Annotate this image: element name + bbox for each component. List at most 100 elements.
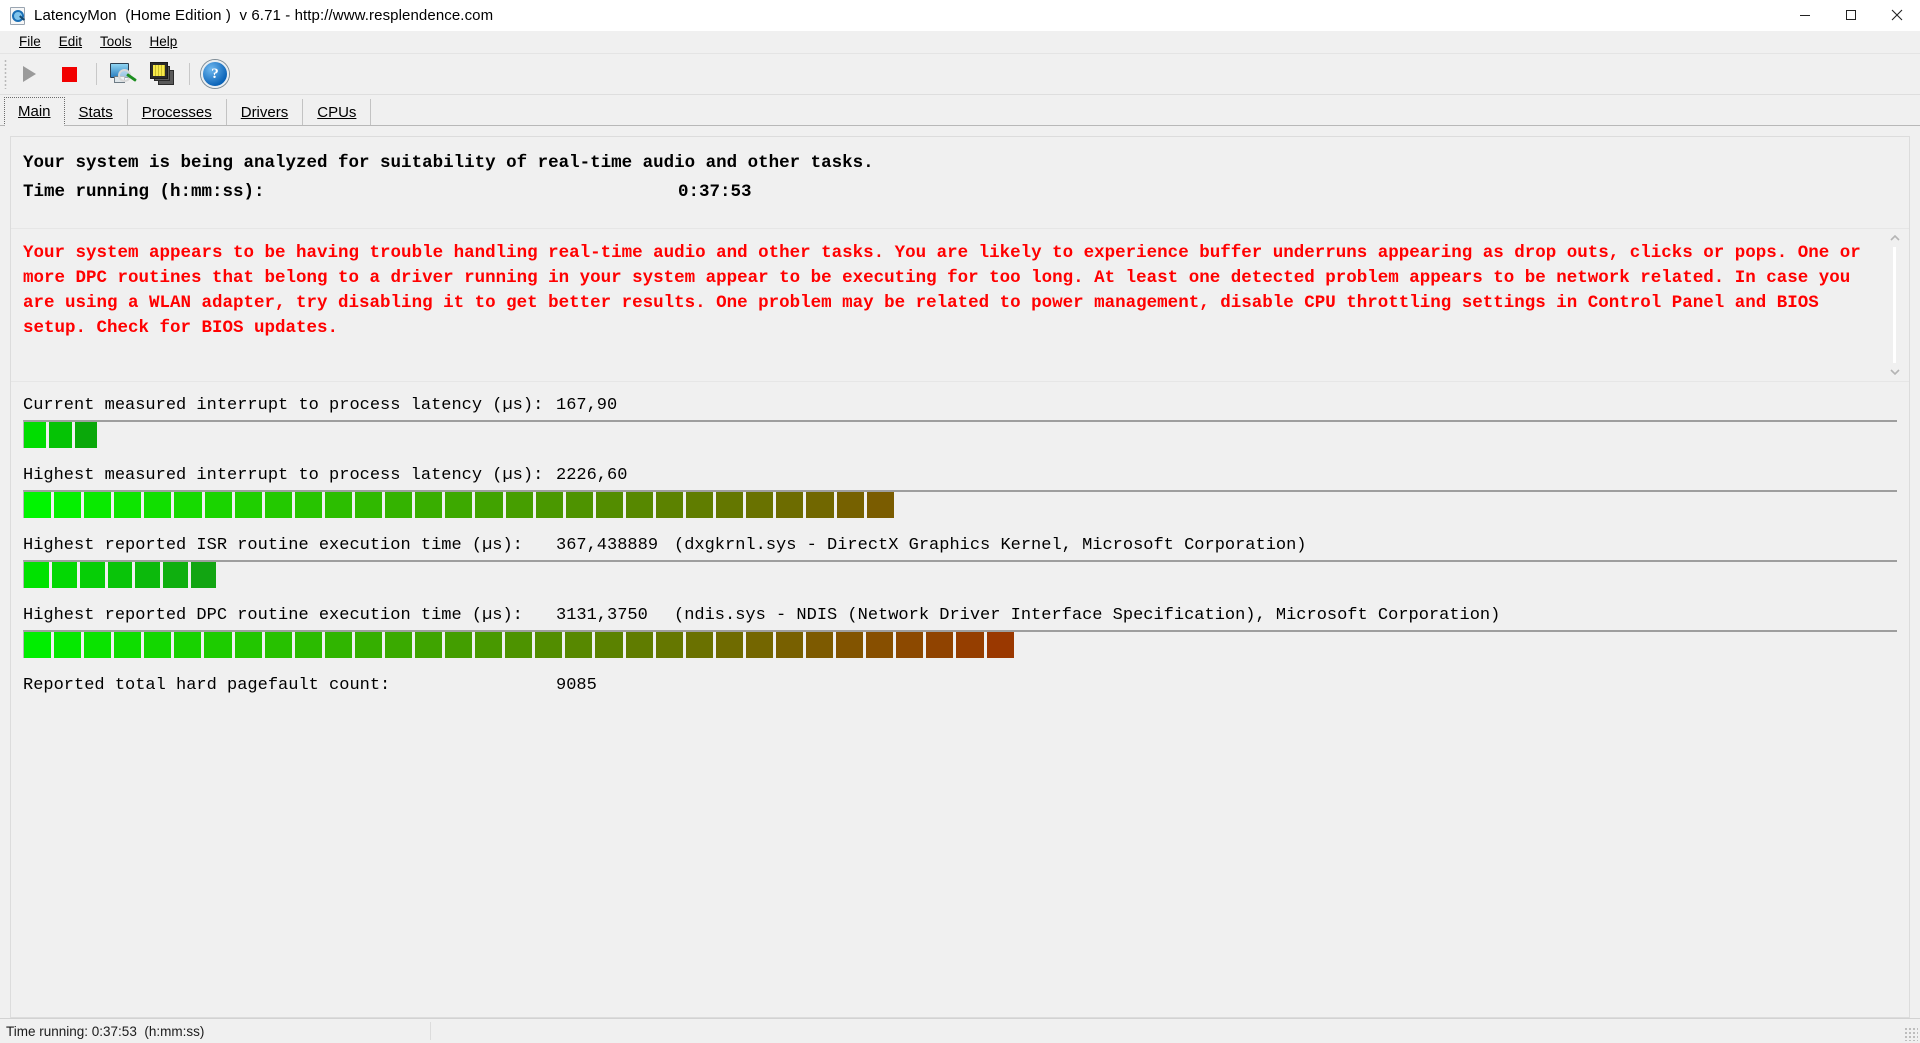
menu-bar: File Edit Tools Help bbox=[0, 31, 1920, 54]
bar-segment bbox=[475, 632, 503, 658]
bar-segment bbox=[84, 632, 112, 658]
metric-label-3: Highest reported DPC routine execution t… bbox=[23, 606, 523, 625]
menu-item-file[interactable]: File bbox=[10, 32, 50, 52]
menu-tools-label: Tools bbox=[100, 34, 132, 49]
warning-text: Your system appears to be having trouble… bbox=[23, 243, 1872, 338]
minimize-button[interactable] bbox=[1782, 0, 1828, 30]
bar-segment bbox=[595, 492, 623, 518]
bar-segment bbox=[163, 562, 189, 588]
metric-bar-1 bbox=[23, 490, 1897, 518]
tab-cpus[interactable]: CPUs bbox=[303, 99, 372, 125]
bar-segment bbox=[234, 492, 262, 518]
title-bar: LatencyMon (Home Edition ) v 6.71 - http… bbox=[0, 0, 1920, 31]
bar-segment bbox=[355, 492, 383, 518]
toolbar: ? bbox=[0, 54, 1920, 95]
tab-strip: Main Stats Processes Drivers CPUs bbox=[0, 95, 1920, 126]
bar-segment bbox=[745, 632, 773, 658]
metric-label-4: Reported total hard pagefault count: bbox=[23, 676, 391, 695]
metric-bar-2 bbox=[23, 560, 1897, 588]
bar-segment bbox=[715, 632, 743, 658]
scroll-down-icon[interactable] bbox=[1888, 365, 1902, 379]
scroll-up-icon[interactable] bbox=[1888, 231, 1902, 245]
latencymon-window: LatencyMon (Home Edition ) v 6.71 - http… bbox=[0, 0, 1920, 1043]
maximize-button[interactable] bbox=[1828, 0, 1874, 30]
bar-segment bbox=[896, 632, 924, 658]
scrollbar-track[interactable] bbox=[1893, 247, 1896, 363]
bar-segment bbox=[294, 492, 322, 518]
toolbar-separator-2 bbox=[189, 63, 190, 85]
metric-value-1: 2226,60 bbox=[556, 466, 628, 485]
monitor-magnifier-icon bbox=[109, 61, 137, 87]
report-button[interactable] bbox=[145, 57, 179, 91]
bar-segment bbox=[505, 632, 533, 658]
bar-segment bbox=[135, 562, 161, 588]
metric-highest-interrupt-latency: Highest measured interrupt to process la… bbox=[23, 466, 1909, 518]
bar-segment bbox=[79, 562, 105, 588]
tab-drivers[interactable]: Drivers bbox=[226, 99, 304, 125]
bar-segment bbox=[234, 632, 262, 658]
metric-bar-3 bbox=[23, 630, 1897, 658]
metric-highest-isr-execution-time: Highest reported ISR routine execution t… bbox=[23, 536, 1909, 588]
bar-segment bbox=[625, 492, 653, 518]
metric-label-1: Highest measured interrupt to process la… bbox=[23, 466, 544, 485]
main-content: Your system is being analyzed for suitab… bbox=[0, 126, 1920, 1018]
menu-item-edit[interactable]: Edit bbox=[50, 32, 91, 52]
tab-drivers-label: Drivers bbox=[240, 103, 289, 121]
bar-segment bbox=[107, 562, 133, 588]
bar-segment bbox=[776, 492, 804, 518]
tab-stats[interactable]: Stats bbox=[64, 99, 128, 125]
bar-segment bbox=[144, 492, 172, 518]
metric-value-0: 167,90 bbox=[556, 396, 618, 415]
bar-segment bbox=[716, 492, 744, 518]
status-divider bbox=[430, 1022, 431, 1040]
metric-bar-0 bbox=[23, 420, 1897, 448]
menu-help-label: Help bbox=[149, 34, 178, 49]
bar-segment bbox=[74, 422, 97, 448]
help-button[interactable]: ? bbox=[198, 57, 232, 91]
status-text: Time running: 0:37:53 (h:mm:ss) bbox=[6, 1023, 205, 1039]
status-bar: Time running: 0:37:53 (h:mm:ss) bbox=[0, 1018, 1920, 1043]
close-button[interactable] bbox=[1874, 0, 1920, 30]
metric-value-4: 9085 bbox=[556, 676, 597, 695]
bar-segment bbox=[51, 562, 77, 588]
metric-extra-3: (ndis.sys - NDIS (Network Driver Interfa… bbox=[674, 606, 1501, 625]
metric-highest-dpc-execution-time: Highest reported DPC routine execution t… bbox=[23, 606, 1909, 658]
metric-extra-2: (dxgkrnl.sys - DirectX Graphics Kernel, … bbox=[674, 536, 1307, 555]
bar-segment bbox=[505, 492, 533, 518]
bar-segment bbox=[54, 492, 82, 518]
tab-main[interactable]: Main bbox=[4, 97, 65, 126]
resize-grip-icon[interactable] bbox=[1904, 1027, 1918, 1041]
bar-segment bbox=[775, 632, 804, 658]
bar-segment bbox=[595, 632, 623, 658]
bar-segment bbox=[535, 632, 563, 658]
warning-scrollbar[interactable] bbox=[1887, 231, 1903, 379]
bar-segment bbox=[625, 632, 653, 658]
bar-segment bbox=[565, 492, 593, 518]
bar-segment bbox=[24, 632, 52, 658]
summary-section: Your system is being analyzed for suitab… bbox=[11, 137, 1909, 202]
system-info-button[interactable] bbox=[105, 57, 139, 91]
tab-processes[interactable]: Processes bbox=[127, 99, 227, 125]
stop-button[interactable] bbox=[52, 57, 86, 91]
bar-segment bbox=[24, 492, 52, 518]
bar-segment bbox=[806, 492, 834, 518]
bar-segment bbox=[655, 632, 683, 658]
bar-segment bbox=[204, 632, 232, 658]
bar-segment bbox=[685, 632, 713, 658]
time-running-label: Time running (h:mm:ss): bbox=[23, 182, 265, 202]
start-button[interactable] bbox=[12, 57, 46, 91]
main-panel: Your system is being analyzed for suitab… bbox=[10, 136, 1910, 1018]
bar-segment bbox=[174, 632, 202, 658]
bar-segment bbox=[986, 632, 1014, 658]
bar-segment bbox=[324, 632, 352, 658]
bar-segment bbox=[324, 492, 353, 518]
bar-segment bbox=[24, 422, 47, 448]
metric-reported-hard-pagefault-count: Reported total hard pagefault count: 908… bbox=[23, 676, 1909, 695]
window-controls bbox=[1782, 0, 1920, 30]
time-running-value: 0:37:53 bbox=[678, 182, 752, 202]
app-magnifier-icon bbox=[8, 6, 26, 25]
metric-current-interrupt-latency: Current measured interrupt to process la… bbox=[23, 396, 1909, 448]
menu-item-help[interactable]: Help bbox=[141, 32, 187, 52]
bar-segment bbox=[384, 632, 413, 658]
menu-item-tools[interactable]: Tools bbox=[91, 32, 141, 52]
